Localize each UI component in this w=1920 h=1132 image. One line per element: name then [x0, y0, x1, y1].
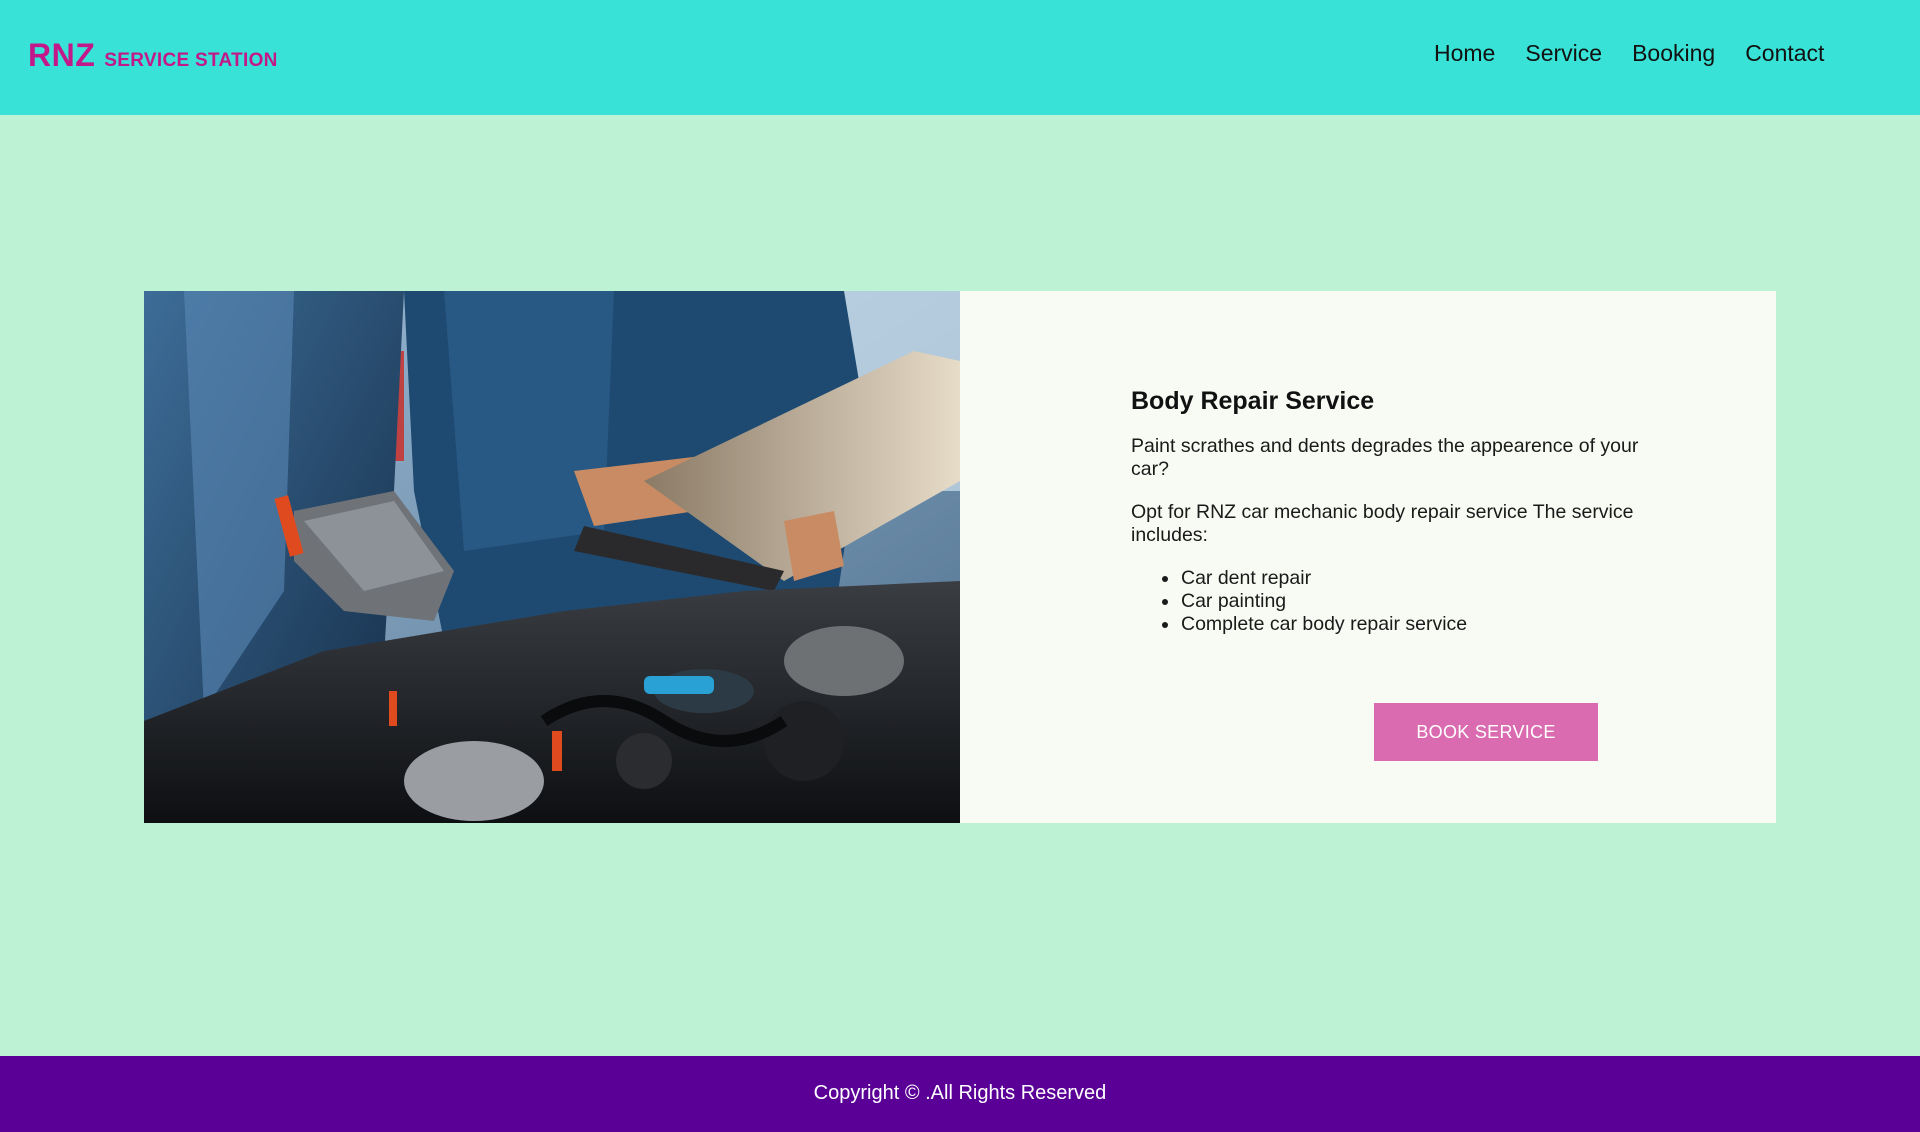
book-service-button[interactable]: BOOK SERVICE	[1374, 703, 1598, 761]
brand-name: RNZ	[28, 37, 96, 73]
list-item: Car painting	[1131, 590, 1467, 613]
brand-logo[interactable]: RNZ SERVICE STATION	[28, 37, 278, 74]
main-nav: Home Service Booking Contact	[1434, 40, 1824, 67]
brand-tagline: SERVICE STATION	[104, 50, 278, 71]
service-list: Car dent repair Car painting Complete ca…	[1131, 567, 1467, 635]
service-card: Body Repair Service Paint scrathes and d…	[144, 291, 1776, 823]
service-title: Body Repair Service	[1131, 387, 1375, 415]
service-content: Body Repair Service Paint scrathes and d…	[960, 291, 1776, 823]
mechanics-photo	[144, 291, 960, 823]
nav-contact[interactable]: Contact	[1745, 40, 1824, 67]
nav-booking[interactable]: Booking	[1632, 40, 1715, 67]
copyright-text: Copyright © .All Rights Reserved	[813, 1082, 1107, 1104]
list-item: Complete car body repair service	[1131, 613, 1467, 636]
list-item: Car dent repair	[1131, 567, 1467, 590]
service-intro: Paint scrathes and dents degrades the ap…	[1131, 435, 1639, 480]
site-footer: Copyright © .All Rights Reserved	[0, 1056, 1920, 1132]
nav-home[interactable]: Home	[1434, 40, 1495, 67]
mechanics-illustration	[144, 291, 960, 823]
nav-service[interactable]: Service	[1525, 40, 1602, 67]
service-description: Opt for RNZ car mechanic body repair ser…	[1131, 501, 1634, 546]
site-header: RNZ SERVICE STATION Home Service Booking…	[0, 0, 1920, 115]
